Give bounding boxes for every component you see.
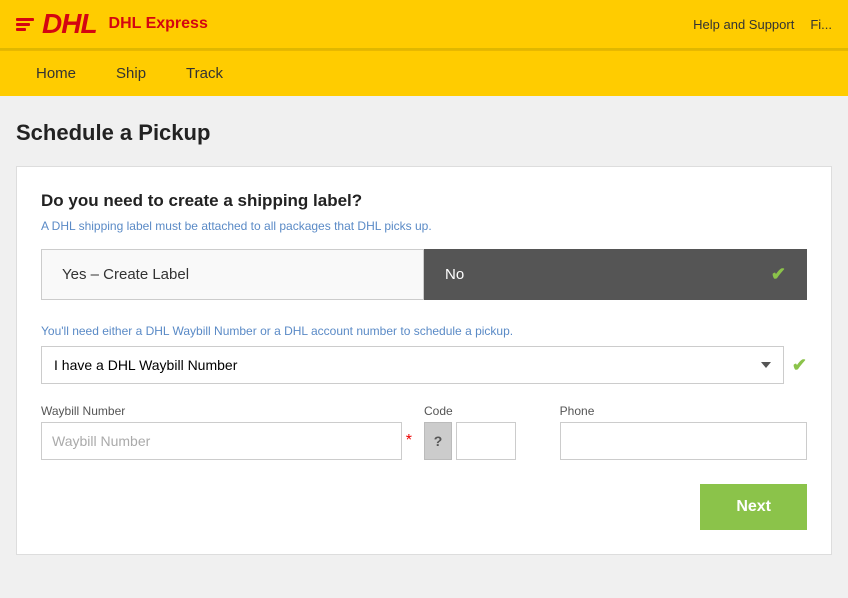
page-content: Schedule a Pickup Do you need to create … <box>0 96 848 579</box>
phone-label: Phone <box>560 404 807 418</box>
label-toggle-group: Yes – Create Label No ✔ <box>41 249 807 300</box>
logo-lines <box>16 18 34 31</box>
phone-input[interactable] <box>560 422 807 460</box>
header-left: DHL DHL Express <box>16 8 208 40</box>
form-description: A DHL shipping label must be attached to… <box>41 219 807 233</box>
form-question: Do you need to create a shipping label? <box>41 191 807 211</box>
next-button[interactable]: Next <box>700 484 807 530</box>
nav-track[interactable]: Track <box>166 51 243 96</box>
code-input[interactable] <box>456 422 516 460</box>
main-nav: Home Ship Track <box>0 50 848 96</box>
waybill-input[interactable] <box>41 422 402 460</box>
logo-line-1 <box>16 18 34 21</box>
logo-line-2 <box>16 23 30 26</box>
main-card: Do you need to create a shipping label? … <box>16 166 832 555</box>
dropdown-check-icon: ✔ <box>792 355 807 376</box>
fields-row: Waybill Number * Code ? Phone <box>41 404 807 460</box>
no-label: No <box>445 266 464 283</box>
code-help-button[interactable]: ? <box>424 422 452 460</box>
waybill-field-group: Waybill Number * <box>41 404 412 460</box>
logo-line-3 <box>16 28 26 31</box>
find-link[interactable]: Fi... <box>810 17 832 32</box>
page-title: Schedule a Pickup <box>16 120 832 146</box>
dhl-logo-text: DHL <box>42 8 97 40</box>
code-label: Code <box>424 404 548 418</box>
nav-home[interactable]: Home <box>16 51 96 96</box>
waybill-type-select[interactable]: I have a DHL Waybill Number I have a DHL… <box>41 346 784 384</box>
dhl-logo: DHL <box>16 8 97 40</box>
header-right: Help and Support Fi... <box>693 17 832 32</box>
yes-create-label-button[interactable]: Yes – Create Label <box>41 249 424 300</box>
dropdown-description: You'll need either a DHL Waybill Number … <box>41 324 807 338</box>
help-support-link[interactable]: Help and Support <box>693 17 794 32</box>
code-input-wrap: ? <box>424 422 548 460</box>
nav-ship[interactable]: Ship <box>96 51 166 96</box>
dropdown-section: You'll need either a DHL Waybill Number … <box>41 324 807 384</box>
brand-name: DHL Express <box>109 15 208 33</box>
no-checkmark-icon: ✔ <box>771 264 786 285</box>
required-star-icon: * <box>406 432 412 450</box>
waybill-input-wrap: * <box>41 422 412 460</box>
actions-row: Next <box>41 484 807 530</box>
phone-field-group: Phone <box>560 404 807 460</box>
dropdown-wrapper: I have a DHL Waybill Number I have a DHL… <box>41 346 807 384</box>
no-button[interactable]: No ✔ <box>424 249 807 300</box>
header: DHL DHL Express Help and Support Fi... <box>0 0 848 50</box>
waybill-label: Waybill Number <box>41 404 412 418</box>
code-field-group: Code ? <box>424 404 548 460</box>
